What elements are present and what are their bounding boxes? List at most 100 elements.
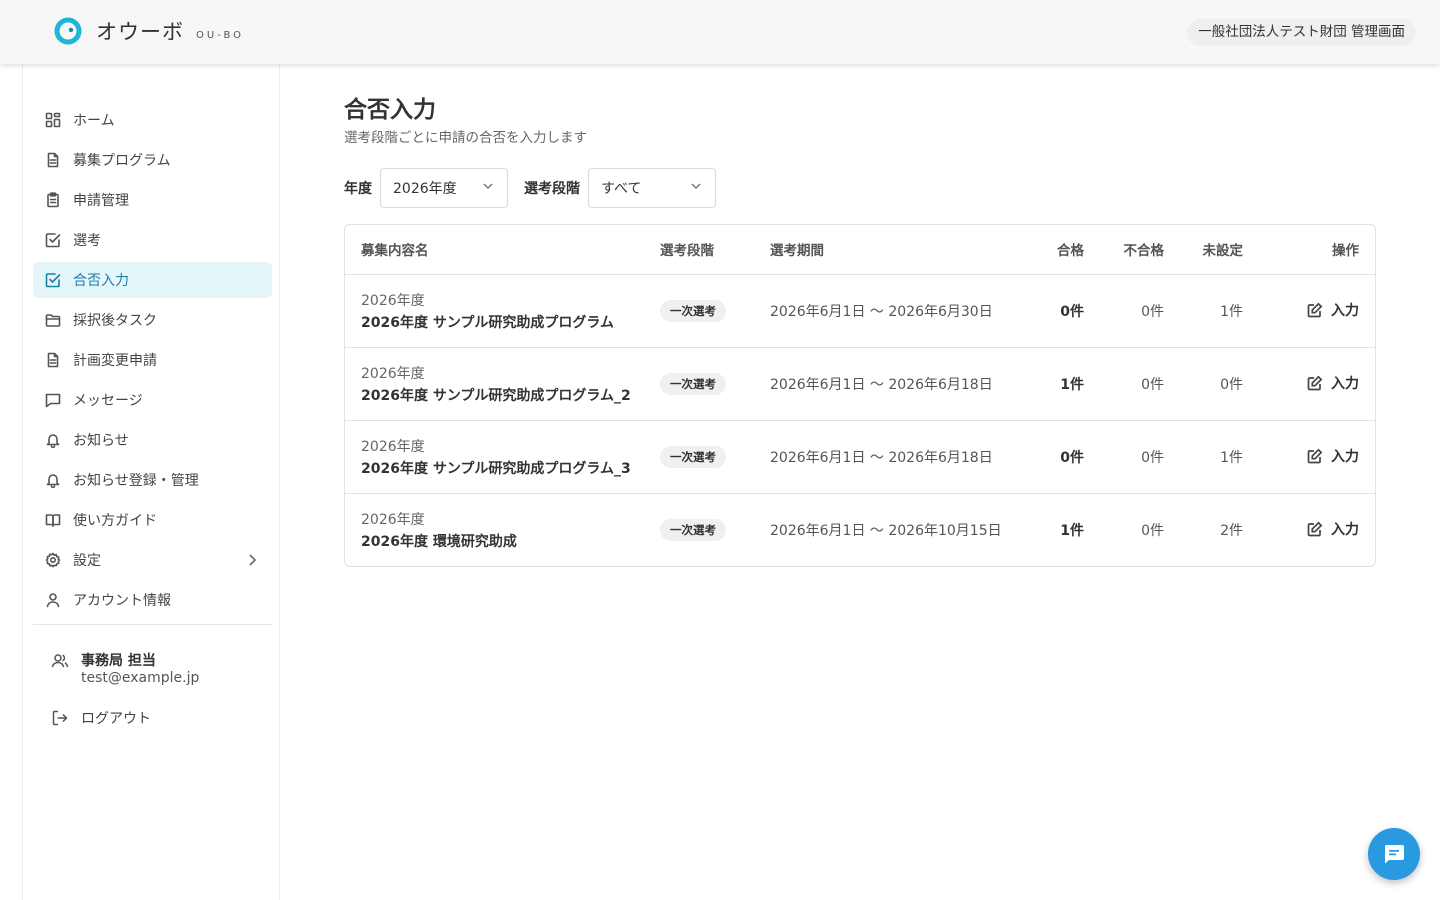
logout-button[interactable]: ログアウト — [51, 708, 151, 728]
clipboard-icon — [45, 192, 61, 208]
period-cell: 2026年6月1日 〜 2026年6月18日 — [770, 420, 1020, 494]
pass-count-value: 1件 — [1060, 522, 1084, 539]
chevron-right-icon — [244, 552, 260, 568]
sidebar-divider — [33, 624, 272, 625]
checkbox-icon — [45, 272, 61, 288]
edit-icon — [1307, 375, 1323, 390]
stage-cell: 一次選考 — [660, 420, 770, 494]
app-name: オウーボ — [96, 20, 184, 44]
sidebar-item-selection[interactable]: 選考 — [33, 222, 272, 258]
edit-icon — [1307, 521, 1323, 537]
program-name: 2026年度 サンプル研究助成プログラム — [361, 314, 614, 331]
program-cell: 2026年度 2026年度 サンプル研究助成プログラム — [345, 274, 660, 348]
stage-cell: 一次選考 — [660, 274, 770, 348]
page-subtitle: 選考段階ごとに申請の合否を入力します — [344, 130, 587, 146]
header-pass: 合格 — [1020, 225, 1084, 275]
period-cell: 2026年6月1日 〜 2026年10月15日 — [770, 522, 1002, 539]
fail-count: 0件 — [1141, 522, 1164, 539]
operation-cell: 入力 — [1243, 493, 1375, 566]
header-operation: 操作 — [1243, 225, 1375, 275]
sidebar-item-label: お知らせ登録・管理 — [73, 473, 199, 489]
sidebar-nav: ホーム 募集プログラム 申請管理 選考 合否入力 採択後タスク 計画変更申請 メ… — [33, 102, 272, 622]
program-year: 2026年度 — [361, 438, 425, 455]
fail-count: 0件 — [1084, 347, 1164, 421]
operation-cell: 入力 — [1243, 420, 1375, 494]
pass-count: 0件 — [1020, 420, 1084, 494]
document-icon — [45, 152, 61, 168]
page-title: 合否入力 — [344, 97, 436, 123]
year-select-value: 2026年度 — [393, 181, 457, 197]
header-period: 選考期間 — [770, 225, 1020, 275]
sidebar-item-label: お知らせ — [73, 433, 129, 449]
filter-bar: 年度 2026年度 選考段階 すべて — [344, 168, 716, 208]
sidebar-item-post-adoption[interactable]: 採択後タスク — [33, 302, 272, 338]
input-button[interactable]: 入力 — [1307, 373, 1359, 393]
sidebar-item-notice-management[interactable]: お知らせ登録・管理 — [33, 462, 272, 498]
period-cell: 2026年6月1日 〜 2026年6月18日 — [770, 347, 1020, 421]
sidebar-item-result-input[interactable]: 合否入力 — [33, 262, 272, 298]
top-header: オウーボ OU-BO 一般社団法人テスト財団 管理画面 — [0, 0, 1440, 64]
logout-label: ログアウト — [81, 711, 151, 727]
grid-icon — [45, 112, 61, 128]
input-button[interactable]: 入力 — [1307, 446, 1359, 466]
sidebar-item-programs[interactable]: 募集プログラム — [33, 142, 272, 178]
chevron-down-icon — [481, 179, 495, 197]
operation-cell: 入力 — [1243, 274, 1375, 348]
year-select[interactable]: 2026年度 — [380, 168, 508, 208]
stage-select[interactable]: すべて — [588, 168, 716, 208]
program-year: 2026年度 — [361, 365, 425, 382]
unset-count: 1件 — [1164, 420, 1243, 494]
stage-filter-label: 選考段階 — [524, 181, 580, 197]
logo-mark-icon — [54, 17, 82, 45]
stage-cell: 一次選考 — [660, 347, 770, 421]
result-table: 募集内容名 選考段階 選考期間 合格 不合格 未設定 操作 2026年度 202… — [344, 224, 1376, 567]
pass-count: 1件 — [1020, 493, 1084, 566]
period-cell: 2026年6月1日 〜 2026年6月30日 — [770, 274, 1020, 348]
chat-button[interactable] — [1368, 828, 1420, 880]
input-button-label: 入力 — [1331, 375, 1359, 392]
logout-icon — [51, 709, 69, 727]
input-button[interactable]: 入力 — [1307, 300, 1359, 320]
sidebar-item-label: 計画変更申請 — [73, 353, 157, 369]
sidebar: ホーム 募集プログラム 申請管理 選考 合否入力 採択後タスク 計画変更申請 メ… — [22, 64, 280, 900]
app-logo[interactable]: オウーボ OU-BO — [54, 16, 244, 46]
stage-cell: 一次選考 — [660, 493, 770, 566]
sidebar-item-notices[interactable]: お知らせ — [33, 422, 272, 458]
sidebar-item-settings[interactable]: 設定 — [33, 542, 272, 578]
pass-count-value: 0件 — [1060, 303, 1084, 320]
sidebar-item-guide[interactable]: 使い方ガイド — [33, 502, 272, 538]
table-header-row: 募集内容名 選考段階 選考期間 合格 不合格 未設定 操作 — [345, 225, 1375, 275]
sidebar-item-home[interactable]: ホーム — [33, 102, 272, 138]
sidebar-item-label: ホーム — [73, 113, 115, 129]
program-name: 2026年度 環境研究助成 — [361, 533, 517, 550]
document-icon — [45, 352, 61, 368]
program-year: 2026年度 — [361, 292, 425, 309]
table-row: 2026年度 2026年度 サンプル研究助成プログラム_3 一次選考 2026年… — [345, 420, 1375, 494]
header-fail: 不合格 — [1084, 225, 1164, 275]
input-button[interactable]: 入力 — [1307, 519, 1359, 539]
pass-count: 0件 — [1020, 274, 1084, 348]
sidebar-item-label: アカウント情報 — [73, 593, 171, 609]
fail-count: 0件 — [1084, 420, 1164, 494]
stage-badge: 一次選考 — [660, 518, 726, 541]
chat-icon — [1384, 845, 1404, 864]
sidebar-item-label: 申請管理 — [73, 193, 129, 209]
sidebar-item-plan-change[interactable]: 計画変更申請 — [33, 342, 272, 378]
pass-count-value: 0件 — [1060, 449, 1084, 466]
table-row: 2026年度 2026年度 環境研究助成 一次選考 2026年6月1日 〜 20… — [345, 493, 1375, 566]
table-row: 2026年度 2026年度 サンプル研究助成プログラム_2 一次選考 2026年… — [345, 347, 1375, 421]
org-label: 一般社団法人テスト財団 管理画面 — [1187, 19, 1416, 46]
sidebar-item-applications[interactable]: 申請管理 — [33, 182, 272, 218]
year-filter-label: 年度 — [344, 181, 372, 197]
sidebar-item-label: 採択後タスク — [73, 313, 157, 329]
book-icon — [45, 512, 61, 528]
sidebar-item-label: 選考 — [73, 233, 101, 249]
operation-cell: 入力 — [1243, 347, 1375, 421]
sidebar-item-account[interactable]: アカウント情報 — [33, 582, 272, 618]
stage-badge: 一次選考 — [660, 372, 726, 395]
fail-count: 0件 — [1084, 274, 1164, 348]
sidebar-item-label: 募集プログラム — [73, 153, 171, 169]
user-email: test@example.jp — [81, 670, 200, 686]
users-icon — [51, 652, 69, 670]
sidebar-item-messages[interactable]: メッセージ — [33, 382, 272, 418]
